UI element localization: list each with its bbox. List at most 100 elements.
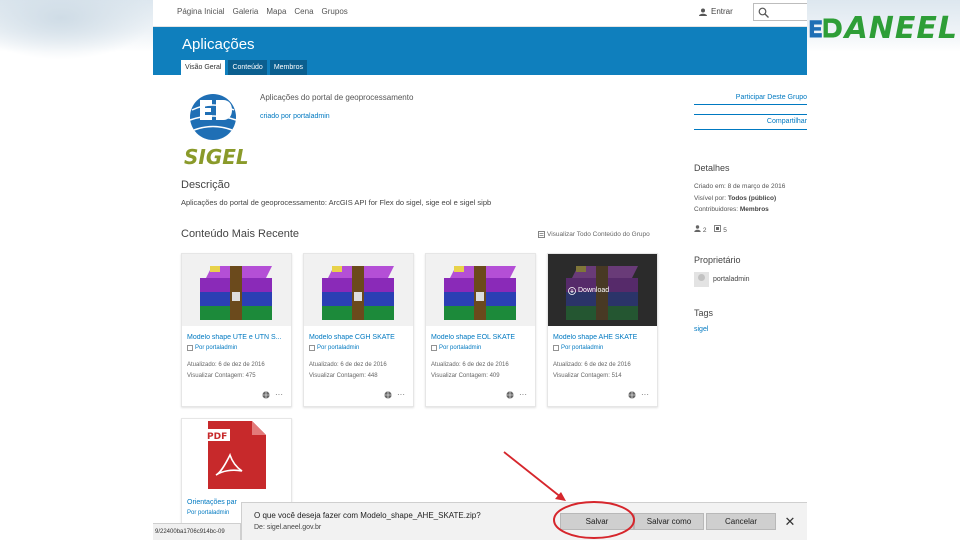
items-count: 5 <box>714 225 727 234</box>
download-overlay-label[interactable]: Download <box>578 287 609 294</box>
card-thumbnail <box>426 254 535 326</box>
card-updated: Atualizado: 6 de dez de 2016 <box>431 362 509 368</box>
join-group-button[interactable]: Participar Deste Grupo <box>694 91 807 105</box>
card-owner-label: Por portaladmin <box>195 345 238 351</box>
content-card[interactable]: Modelo shape EOL SKATE Por portaladmin A… <box>425 253 536 407</box>
winrar-archive-icon <box>200 266 272 320</box>
members-icon <box>694 225 701 232</box>
sigel-logo-text: SIGEL <box>184 145 249 168</box>
more-options-icon[interactable]: ··· <box>519 391 527 399</box>
card-owner[interactable]: Por portaladmin <box>553 345 603 351</box>
items-count-value: 5 <box>723 227 727 234</box>
visibility-line: Visível por: Todos (público) <box>694 195 776 202</box>
card-owner-label: Por portaladmin <box>317 345 360 351</box>
card-owner[interactable]: Por portaladmin <box>431 345 481 351</box>
card-view-count: Visualizar Contagem: 409 <box>431 373 500 379</box>
card-owner[interactable]: Por portaladmin <box>309 345 359 351</box>
view-all-content-link[interactable]: Visualizar Todo Conteúdo do Grupo <box>538 231 650 238</box>
more-options-icon[interactable]: ··· <box>641 391 649 399</box>
save-button[interactable]: Salvar <box>560 513 634 530</box>
group-owner-link[interactable]: criado por portaladmin <box>260 113 330 120</box>
aneel-logo: ANEEL <box>808 8 958 48</box>
content-card-hovered[interactable]: Download Modelo shape AHE SKATE Por port… <box>547 253 658 407</box>
owner-heading: Proprietário <box>694 255 741 265</box>
created-date: Criado em: 8 de março de 2016 <box>694 183 786 190</box>
tab-content[interactable]: Conteúdo <box>228 60 267 75</box>
card-thumbnail <box>182 254 291 326</box>
tab-overview[interactable]: Visão Geral <box>181 60 226 75</box>
download-question: O que você deseja fazer com Modelo_shape… <box>254 511 481 520</box>
description-heading: Descrição <box>181 179 230 191</box>
card-updated: Atualizado: 6 de dez de 2016 <box>553 362 631 368</box>
search-input[interactable] <box>753 3 807 21</box>
tag-link[interactable]: sigel <box>694 326 708 333</box>
more-options-icon[interactable]: ··· <box>397 391 405 399</box>
card-owner[interactable]: Por portaladmin <box>187 510 229 516</box>
zip-file-icon <box>431 345 437 351</box>
zip-file-icon <box>309 345 315 351</box>
members-count: 2 <box>694 225 706 234</box>
view-all-label: Visualizar Todo Conteúdo do Grupo <box>547 231 650 238</box>
aneel-mark-icon <box>809 18 842 38</box>
items-icon <box>714 225 722 232</box>
download-notification-bar: O que você deseja fazer com Modelo_shape… <box>241 502 807 540</box>
card-thumbnail: PDF <box>182 419 291 491</box>
user-icon <box>699 8 707 16</box>
card-thumbnail <box>304 254 413 326</box>
close-icon[interactable]: ✕ <box>782 514 798 530</box>
card-thumbnail: Download <box>548 254 657 326</box>
content-card[interactable]: Modelo shape UTE e UTN S... Por portalad… <box>181 253 292 407</box>
pdf-badge: PDF <box>207 432 227 442</box>
card-title[interactable]: Modelo shape CGH SKATE <box>309 334 413 341</box>
slide-corner-decoration <box>0 0 153 60</box>
contributors-label: Contribuidores: <box>694 206 739 213</box>
card-owner-label: Por portaladmin <box>561 345 604 351</box>
card-title[interactable]: Modelo shape UTE e UTN S... <box>187 334 291 341</box>
owner-row[interactable]: portaladmin <box>694 272 750 287</box>
card-updated: Atualizado: 6 de dez de 2016 <box>187 362 265 368</box>
card-title[interactable]: Modelo shape AHE SKATE <box>553 334 657 341</box>
nav-link-map[interactable]: Mapa <box>266 7 286 16</box>
nav-link-gallery[interactable]: Galeria <box>233 7 259 16</box>
nav-link-scene[interactable]: Cena <box>294 7 313 16</box>
card-updated: Atualizado: 6 de dez de 2016 <box>309 362 387 368</box>
card-actions: ··· <box>628 391 649 399</box>
card-owner-label: Por portaladmin <box>439 345 482 351</box>
globe-icon <box>506 391 514 399</box>
visibility-label: Visível por: <box>694 195 727 202</box>
content-card[interactable]: Modelo shape CGH SKATE Por portaladmin A… <box>303 253 414 407</box>
card-title[interactable]: Modelo shape EOL SKATE <box>431 334 535 341</box>
group-main: SIGEL Aplicações do portal de geoprocess… <box>153 75 807 540</box>
card-actions: ··· <box>384 391 405 399</box>
card-actions: ··· <box>262 391 283 399</box>
tab-members[interactable]: Membros <box>269 60 307 75</box>
group-tabs: Visão Geral Conteúdo Membros <box>181 60 307 75</box>
page-title: Aplicações <box>182 36 255 53</box>
share-button[interactable]: Compartilhar <box>694 114 807 130</box>
content-list-icon <box>538 231 545 238</box>
nav-link-groups[interactable]: Grupos <box>322 7 348 16</box>
save-as-button[interactable]: Salvar como <box>634 513 704 530</box>
globe-icon <box>262 391 270 399</box>
group-banner: Aplicações Visão Geral Conteúdo Membros <box>153 27 807 75</box>
card-owner[interactable]: Por portaladmin <box>187 345 237 351</box>
nav-links: Página Inicial Galeria Mapa Cena Grupos <box>177 7 348 16</box>
visibility-value: Todos (público) <box>727 195 777 202</box>
nav-link-home[interactable]: Página Inicial <box>177 7 225 16</box>
aneel-logo-text: ANEEL <box>844 10 958 46</box>
signin-link[interactable]: Entrar <box>699 7 733 16</box>
winrar-archive-icon <box>322 266 394 320</box>
sigel-logo: SIGEL <box>184 94 249 168</box>
details-heading: Detalhes <box>694 163 730 173</box>
description-text: Aplicações do portal de geoprocessamento… <box>181 198 492 207</box>
more-options-icon[interactable]: ··· <box>275 391 283 399</box>
cancel-button[interactable]: Cancelar <box>706 513 776 530</box>
top-navigation: Página Inicial Galeria Mapa Cena Grupos … <box>153 0 807 27</box>
card-title[interactable]: Orientações par <box>187 499 237 506</box>
group-summary: Aplicações do portal de geoprocessamento <box>260 93 414 102</box>
card-actions: ··· <box>506 391 527 399</box>
members-count-value: 2 <box>702 227 707 234</box>
globe-icon <box>384 391 392 399</box>
contributors-value: Membros <box>739 206 769 213</box>
card-view-count: Visualizar Contagem: 514 <box>553 373 622 379</box>
